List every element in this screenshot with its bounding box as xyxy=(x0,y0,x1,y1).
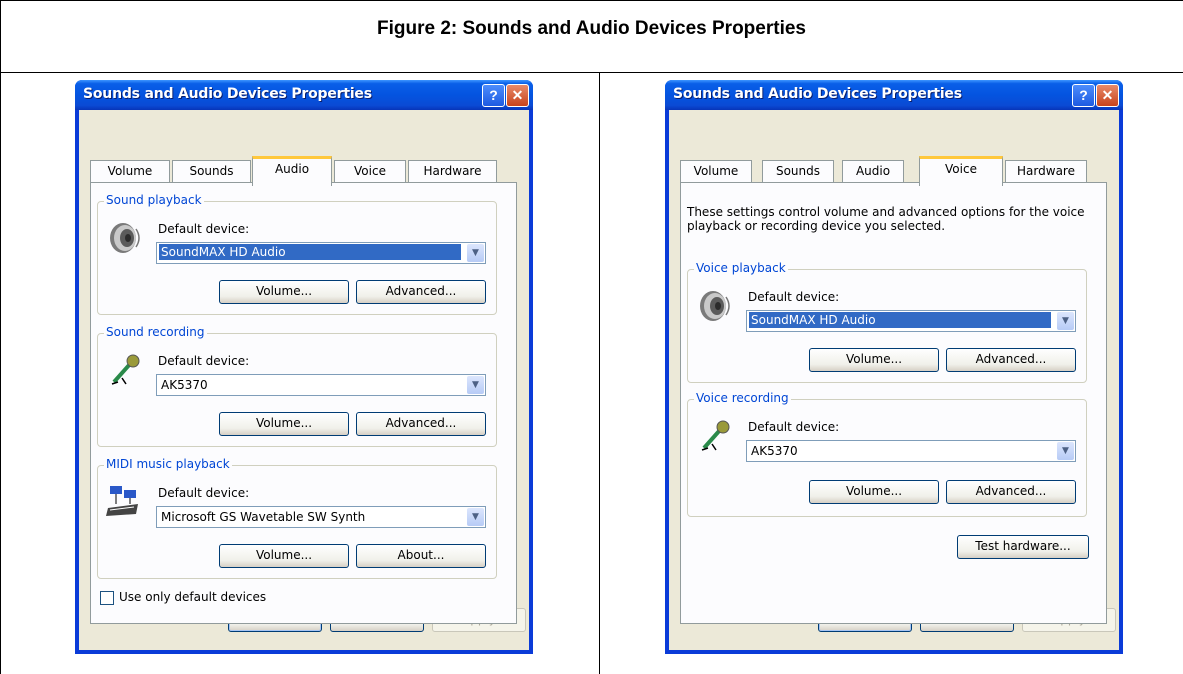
tab-hardware[interactable]: Hardware xyxy=(408,160,497,183)
voice-tab-panel: These settings control volume and advanc… xyxy=(680,182,1107,624)
close-button[interactable]: ✕ xyxy=(1096,84,1119,107)
midi-keyboard-icon xyxy=(106,486,138,516)
close-button[interactable]: ✕ xyxy=(506,84,529,107)
tab-voice[interactable]: Voice xyxy=(334,160,406,183)
help-button[interactable]: ? xyxy=(482,84,505,107)
voice-recording-default-label: Default device: xyxy=(748,420,840,434)
tab-sounds[interactable]: Sounds xyxy=(172,160,251,183)
chevron-down-icon[interactable]: ▼ xyxy=(1057,312,1074,330)
chevron-down-icon[interactable]: ▼ xyxy=(467,508,484,526)
playback-device-value: SoundMAX HD Audio xyxy=(159,244,461,260)
table-column-divider xyxy=(599,72,600,674)
voice-playback-default-label: Default device: xyxy=(748,290,840,304)
voice-playback-advanced-button[interactable]: Advanced... xyxy=(946,348,1076,372)
use-only-default-label[interactable]: Use only default devices xyxy=(119,590,266,604)
voice-playback-group: Voice playback Default device: SoundMAX … xyxy=(687,261,1087,383)
use-only-default-checkbox[interactable] xyxy=(100,591,114,605)
midi-device-select[interactable]: Microsoft GS Wavetable SW Synth ▼ xyxy=(156,506,486,528)
voice-playback-device-value: SoundMAX HD Audio xyxy=(749,312,1051,328)
sound-playback-group: Sound playback Default device: SoundMAX … xyxy=(97,193,497,315)
playback-default-device-label: Default device: xyxy=(158,222,250,236)
figure-title: Figure 2: Sounds and Audio Devices Prope… xyxy=(377,18,806,39)
speaker-icon xyxy=(110,223,140,253)
voice-description-line2: playback or recording device you selecte… xyxy=(687,219,946,233)
tab-hardware[interactable]: Hardware xyxy=(1005,160,1087,183)
right-dialog-titlebar[interactable]: Sounds and Audio Devices Properties ? ✕ xyxy=(665,80,1123,110)
voice-recording-group: Voice recording Default device: AK5370 ▼… xyxy=(687,391,1087,517)
midi-volume-button[interactable]: Volume... xyxy=(219,544,349,568)
tab-audio[interactable]: Audio xyxy=(252,156,332,186)
sound-playback-label: Sound playback xyxy=(104,193,204,207)
left-dialog-client: Volume Sounds Audio Voice Hardware Sound… xyxy=(79,110,529,650)
voice-description-line1: These settings control volume and advanc… xyxy=(687,205,1085,219)
playback-advanced-button[interactable]: Advanced... xyxy=(356,280,486,304)
audio-tab-panel: Sound playback Default device: SoundMAX … xyxy=(90,182,517,624)
speaker-icon xyxy=(700,291,730,321)
voice-recording-device-select[interactable]: AK5370 ▼ xyxy=(746,440,1076,462)
tab-audio[interactable]: Audio xyxy=(842,160,904,183)
right-dialog-title: Sounds and Audio Devices Properties xyxy=(673,86,962,102)
chevron-down-icon[interactable]: ▼ xyxy=(1057,442,1074,460)
voice-playback-device-select[interactable]: SoundMAX HD Audio ▼ xyxy=(746,310,1076,332)
microphone-icon xyxy=(111,354,140,385)
tab-volume[interactable]: Volume xyxy=(680,160,752,183)
tab-sounds[interactable]: Sounds xyxy=(762,160,834,183)
recording-volume-button[interactable]: Volume... xyxy=(219,412,349,436)
table-border-top xyxy=(0,0,1183,1)
test-hardware-button[interactable]: Test hardware... xyxy=(957,535,1089,559)
voice-recording-device-value: AK5370 xyxy=(751,444,798,458)
recording-advanced-button[interactable]: Advanced... xyxy=(356,412,486,436)
microphone-icon xyxy=(701,420,730,451)
recording-device-value: AK5370 xyxy=(161,378,208,392)
left-dialog-title: Sounds and Audio Devices Properties xyxy=(83,86,372,102)
recording-device-select[interactable]: AK5370 ▼ xyxy=(156,374,486,396)
right-dialog-client: Volume Sounds Audio Voice Hardware These… xyxy=(669,110,1119,650)
left-dialog-titlebar[interactable]: Sounds and Audio Devices Properties ? ✕ xyxy=(75,80,533,110)
table-border-left xyxy=(0,0,1,674)
sound-recording-group: Sound recording Default device: AK5370 ▼… xyxy=(97,325,497,447)
midi-about-button[interactable]: About... xyxy=(356,544,486,568)
right-dialog-window: Sounds and Audio Devices Properties ? ✕ … xyxy=(665,80,1123,654)
midi-playback-group: MIDI music playback Default device: Micr… xyxy=(97,457,497,579)
voice-recording-advanced-button[interactable]: Advanced... xyxy=(946,480,1076,504)
midi-playback-label: MIDI music playback xyxy=(104,457,232,471)
voice-playback-volume-button[interactable]: Volume... xyxy=(809,348,939,372)
playback-device-select[interactable]: SoundMAX HD Audio ▼ xyxy=(156,242,486,264)
recording-default-device-label: Default device: xyxy=(158,354,250,368)
sound-recording-label: Sound recording xyxy=(104,325,207,339)
help-button[interactable]: ? xyxy=(1072,84,1095,107)
left-dialog-window: Sounds and Audio Devices Properties ? ✕ … xyxy=(75,80,533,654)
midi-default-device-label: Default device: xyxy=(158,486,250,500)
chevron-down-icon[interactable]: ▼ xyxy=(467,244,484,262)
voice-recording-label: Voice recording xyxy=(694,391,791,405)
playback-volume-button[interactable]: Volume... xyxy=(219,280,349,304)
chevron-down-icon[interactable]: ▼ xyxy=(467,376,484,394)
voice-recording-volume-button[interactable]: Volume... xyxy=(809,480,939,504)
voice-playback-label: Voice playback xyxy=(694,261,788,275)
midi-device-value: Microsoft GS Wavetable SW Synth xyxy=(161,510,366,524)
tab-volume[interactable]: Volume xyxy=(90,160,170,183)
table-header-divider xyxy=(0,72,1183,73)
tab-voice[interactable]: Voice xyxy=(919,156,1003,186)
